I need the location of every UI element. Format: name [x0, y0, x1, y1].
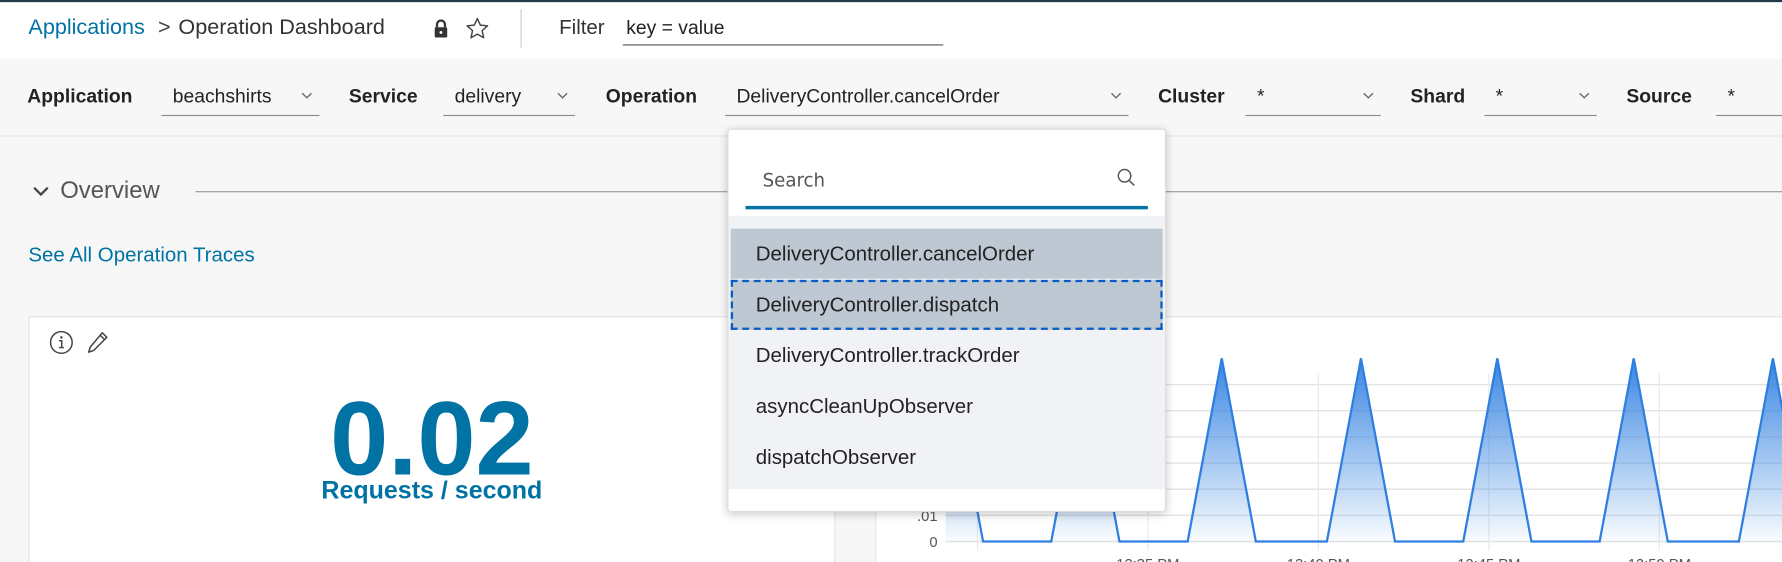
dropdown-item[interactable]: DeliveryController.trackOrder: [731, 330, 1163, 380]
shard-value: *: [1495, 85, 1504, 107]
filter-label: Filter: [559, 15, 605, 39]
x-tick-label: 12:50 PM: [1628, 557, 1691, 562]
lock-icon[interactable]: [433, 18, 449, 38]
cluster-value: *: [1256, 85, 1265, 107]
pencil-icon[interactable]: [85, 330, 110, 355]
x-tick-label: 12:45 PM: [1457, 557, 1520, 562]
service-label: Service: [348, 85, 418, 107]
header-divider: [520, 9, 522, 48]
cluster-label: Cluster: [1158, 85, 1225, 107]
application-label: Application: [27, 85, 133, 107]
breadcrumb-applications-link[interactable]: Applications: [28, 16, 144, 41]
operation-label: Operation: [605, 85, 698, 107]
filter-input[interactable]: [622, 11, 944, 46]
chevron-down-icon: [557, 92, 568, 99]
cluster-select[interactable]: *: [1245, 80, 1381, 117]
shard-select[interactable]: *: [1484, 80, 1597, 117]
service-value: delivery: [454, 85, 522, 107]
operation-dashboard: Applications > Operation Dashboard Filte…: [0, 0, 1782, 562]
chevron-down-icon: [1579, 92, 1590, 99]
shard-label: Shard: [1410, 85, 1466, 107]
x-tick-label: 12:35 PM: [1116, 557, 1179, 562]
chevron-down-icon: [301, 92, 312, 99]
search-icon[interactable]: [1116, 167, 1136, 187]
operation-value: DeliveryController.cancelOrder: [736, 85, 1000, 107]
search-underline: [745, 205, 1148, 210]
dropdown-item[interactable]: DeliveryController.cancelOrder: [730, 228, 1163, 279]
source-label: Source: [1626, 85, 1692, 107]
dropdown-item[interactable]: dispatchObserver: [731, 432, 1163, 482]
star-icon[interactable]: [465, 16, 490, 41]
dropdown-item[interactable]: DeliveryController.dispatch: [730, 279, 1163, 330]
chevron-down-icon[interactable]: [32, 182, 50, 200]
breadcrumb-separator: >: [157, 15, 171, 40]
overview-section-title[interactable]: Overview: [60, 177, 159, 204]
dropdown-item[interactable]: asyncCleanUpObserver: [731, 381, 1163, 431]
application-value: beachshirts: [172, 85, 272, 107]
x-tick-label: 12:40 PM: [1287, 557, 1350, 562]
stat-unit: Requests / second: [321, 475, 543, 505]
y-tick-label: 0: [929, 535, 937, 551]
application-select[interactable]: beachshirts: [161, 80, 320, 117]
info-icon[interactable]: [49, 330, 74, 355]
page-title: Operation Dashboard: [178, 15, 385, 40]
source-value: *: [1727, 85, 1736, 107]
see-all-traces-link[interactable]: See All Operation Traces: [28, 243, 254, 267]
operation-select[interactable]: DeliveryController.cancelOrder: [725, 80, 1129, 117]
chevron-down-icon: [1363, 92, 1374, 99]
operation-search-input[interactable]: [745, 153, 1148, 206]
chevron-down-icon: [1111, 92, 1122, 99]
service-select[interactable]: delivery: [443, 80, 576, 117]
source-select[interactable]: *: [1716, 80, 1782, 117]
